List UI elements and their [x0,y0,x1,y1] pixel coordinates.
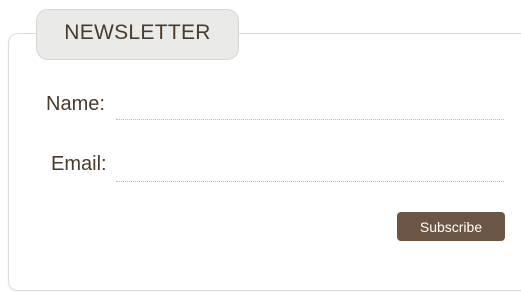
subscribe-button[interactable]: Subscribe [397,212,505,241]
name-input[interactable] [116,98,504,120]
newsletter-tab: NEWSLETTER [36,9,239,60]
email-input[interactable] [116,160,504,182]
email-label: Email: [51,153,107,175]
name-label: Name: [46,93,105,115]
newsletter-title: NEWSLETTER [64,20,211,44]
newsletter-widget: NEWSLETTER Name: Email: Subscribe [0,0,521,292]
